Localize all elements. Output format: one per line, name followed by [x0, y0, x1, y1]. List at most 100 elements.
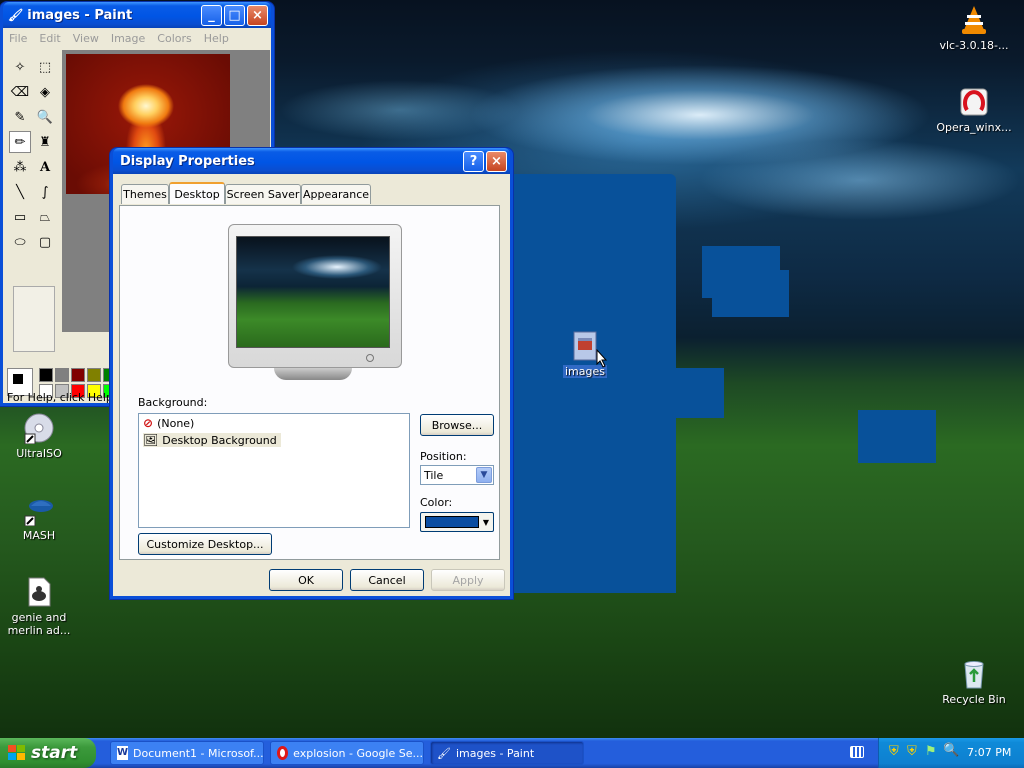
list-item-label: Desktop Background	[162, 433, 277, 447]
position-select[interactable]: Tile ▼	[420, 465, 494, 485]
menu-help[interactable]: Help	[198, 32, 235, 45]
fill-icon[interactable]: ◈	[34, 81, 56, 103]
network-icon[interactable]: ⚑	[925, 744, 937, 759]
windows-logo-icon	[8, 745, 26, 761]
clock[interactable]: 7:07 PM	[967, 746, 1011, 759]
menu-image[interactable]: Image	[105, 32, 151, 45]
tab-themes[interactable]: Themes	[121, 184, 169, 204]
mash-label: MASH	[22, 529, 56, 542]
taskbar-item-label: explosion - Google Se...	[293, 746, 423, 760]
start-button[interactable]: start	[0, 738, 96, 768]
desktop-icon-recycle-bin[interactable]: Recycle Bin	[934, 658, 1014, 706]
brush-icon[interactable]: ♜	[34, 131, 56, 153]
document-icon	[23, 576, 55, 608]
rounded-rect-icon[interactable]: ▢	[34, 231, 56, 253]
rect-select-icon[interactable]: ⬚	[34, 56, 56, 78]
menu-colors[interactable]: Colors	[151, 32, 197, 45]
paint-title-bar[interactable]: 🖌 images - Paint _ □ ×	[3, 2, 271, 28]
color-picker-button[interactable]: ▼	[420, 512, 494, 532]
maximize-button[interactable]: □	[224, 4, 245, 26]
system-tray: ⛨ ⛨ ⚑ 🔍 7:07 PM	[878, 738, 1024, 768]
desktop-icon-mash[interactable]: MASH	[0, 494, 79, 542]
help-button[interactable]: ?	[463, 150, 484, 172]
taskbar-item-word[interactable]: W Document1 - Microsof...	[110, 741, 264, 765]
keyboard-icon[interactable]	[850, 746, 864, 758]
recycle-bin-icon	[958, 658, 990, 690]
close-button[interactable]: ×	[247, 4, 268, 26]
browse-button[interactable]: Browse...	[420, 414, 494, 436]
swatch-maroon[interactable]	[71, 368, 85, 382]
desktop-icon-opera[interactable]: Opera_winx...	[934, 86, 1014, 134]
swatch-gray[interactable]	[55, 368, 69, 382]
taskbar-item-label: Document1 - Microsof...	[133, 746, 264, 760]
picture-icon: 🖼	[143, 433, 159, 447]
display-properties-dialog[interactable]: Display Properties ? × Themes Desktop Sc…	[110, 148, 513, 599]
taskbar-item-opera[interactable]: explosion - Google Se...	[270, 741, 424, 765]
menu-file[interactable]: File	[3, 32, 33, 45]
desktop-artifact	[510, 174, 676, 593]
position-label: Position:	[420, 450, 467, 463]
color-picker-icon[interactable]: ✎	[9, 106, 31, 128]
minimize-button[interactable]: _	[201, 4, 222, 26]
line-icon[interactable]: ╲	[9, 181, 31, 203]
polygon-icon[interactable]: ⏢	[34, 206, 56, 228]
paint-toolbox: ✧ ⬚ ⌫ ◈ ✎ 🔍 ✏ ♜ ⁂ A ╲ ∫ ▭ ⏢ ⬭ ▢	[5, 52, 61, 352]
close-button[interactable]: ×	[486, 150, 507, 172]
desktop-artifact	[676, 368, 724, 418]
magnifier-icon[interactable]: 🔍	[34, 106, 56, 128]
vlc-label: vlc-3.0.18-...	[939, 39, 1009, 52]
list-item[interactable]: ⊘ (None)	[143, 416, 194, 430]
none-icon: ⊘	[143, 416, 154, 430]
apply-button: Apply	[431, 569, 505, 591]
text-icon[interactable]: A	[34, 156, 56, 178]
dialog-title-bar[interactable]: Display Properties ? ×	[113, 148, 510, 174]
curve-icon[interactable]: ∫	[34, 181, 56, 203]
customize-desktop-button[interactable]: Customize Desktop...	[138, 533, 272, 555]
ellipse-icon[interactable]: ⬭	[9, 231, 31, 253]
eraser-icon[interactable]: ⌫	[9, 81, 31, 103]
swatch-olive[interactable]	[87, 368, 101, 382]
taskbar-item-label: images - Paint	[455, 746, 535, 760]
chevron-down-icon: ▼	[482, 517, 490, 527]
ok-button[interactable]: OK	[269, 569, 343, 591]
tab-appearance[interactable]: Appearance	[301, 184, 371, 204]
security-shield-icon[interactable]: ⛨	[907, 744, 917, 759]
menu-view[interactable]: View	[67, 32, 105, 45]
desktop-artifact	[858, 410, 936, 463]
vlc-icon	[958, 4, 990, 36]
search-icon[interactable]: 🔍	[943, 743, 959, 758]
menu-edit[interactable]: Edit	[33, 32, 66, 45]
desktop-icon-images[interactable]: images	[545, 330, 625, 378]
desktop-icon-ultraiso[interactable]: UltraISO	[0, 412, 79, 460]
background-label: Background:	[138, 396, 208, 409]
opera-installer-icon	[958, 86, 990, 118]
list-item-label: (None)	[157, 416, 195, 430]
paint-title: images - Paint	[27, 7, 133, 23]
monitor-preview	[226, 224, 406, 380]
start-label: start	[31, 743, 78, 763]
airbrush-icon[interactable]: ⁂	[9, 156, 31, 178]
mouse-pointer-icon	[596, 348, 608, 371]
security-shield-icon[interactable]: ⛨	[889, 744, 899, 759]
cancel-button[interactable]: Cancel	[350, 569, 424, 591]
word-icon: W	[117, 746, 129, 760]
color-swatch	[425, 516, 479, 528]
swatch-black[interactable]	[39, 368, 53, 382]
taskbar-item-paint[interactable]: 🖌 images - Paint	[430, 741, 584, 765]
chevron-down-icon[interactable]: ▼	[476, 467, 492, 483]
tab-desktop[interactable]: Desktop	[169, 182, 225, 204]
position-value: Tile	[424, 468, 444, 482]
desktop-tab-page: Background: ⊘ (None) 🖼 Desktop Backgroun…	[119, 205, 500, 560]
paint-menu-bar: File Edit View Image Colors Help	[3, 28, 271, 48]
tab-screen-saver[interactable]: Screen Saver	[225, 184, 301, 204]
background-list[interactable]: ⊘ (None) 🖼 Desktop Background	[138, 413, 410, 528]
desktop-icon-vlc[interactable]: vlc-3.0.18-...	[934, 4, 1014, 52]
desktop-icon-genie[interactable]: genie and merlin ad...	[0, 576, 79, 637]
rectangle-icon[interactable]: ▭	[9, 206, 31, 228]
list-item[interactable]: 🖼 Desktop Background	[143, 433, 281, 447]
free-select-icon[interactable]: ✧	[9, 56, 31, 78]
tool-options-box[interactable]	[13, 286, 55, 352]
opera-icon	[277, 746, 289, 760]
pencil-icon[interactable]: ✏	[9, 131, 31, 153]
disc-icon	[23, 412, 55, 445]
